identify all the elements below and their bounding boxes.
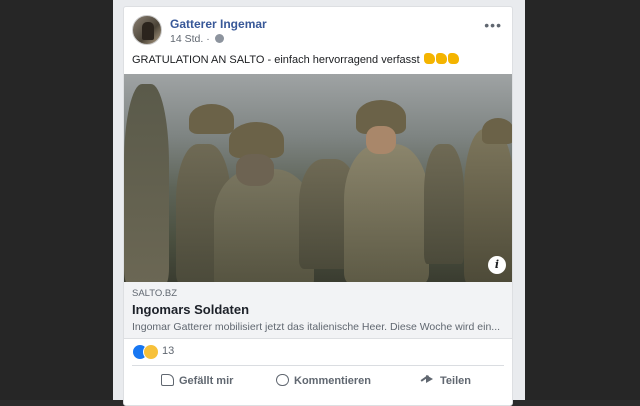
link-domain: SALTO.BZ [132,288,178,299]
helmet-shape [189,104,234,134]
face-shape [366,126,396,154]
link-description: Ingomar Gatterer mobilisiert jetzt das i… [132,321,501,333]
right-gutter [525,0,640,400]
divider [132,365,504,366]
avatar-figure [142,22,154,40]
post-text: GRATULATION AN SALTO - einfach hervorrag… [132,53,504,66]
share-button[interactable]: Teilen [421,371,471,391]
post-time[interactable]: 14 Std. · [170,33,210,45]
thumbs-up-emoji-icon [435,53,447,64]
post-meta: 14 Std. · [170,33,224,45]
globe-icon [214,34,224,43]
face-shape [236,154,274,186]
comment-bubble-icon [276,374,289,386]
more-options-icon[interactable]: ••• [484,17,502,33]
link-preview-image[interactable]: i [124,74,512,282]
like-label: Gefällt mir [179,375,234,387]
action-bar: Gefällt mir Kommentieren Teilen [124,369,512,393]
thumbs-up-emoji-icon [447,53,459,64]
link-preview-box[interactable]: SALTO.BZ Ingomars Soldaten Ingomar Gatte… [124,282,512,339]
avatar[interactable] [132,15,162,45]
haha-reaction-icon [143,344,159,360]
thumbs-up-emoji-icon [423,53,435,64]
post-card: Gatterer Ingemar 14 Std. · ••• GRATULATI… [123,6,513,406]
comment-button[interactable]: Kommentieren [276,371,371,391]
link-title[interactable]: Ingomars Soldaten [132,302,249,317]
soldier-figure [344,144,429,282]
helmet-shape [229,122,284,158]
post-text-content: GRATULATION AN SALTO - einfach hervorrag… [132,54,420,66]
share-label: Teilen [440,375,471,387]
soldier-figure [124,84,169,282]
helmet-shape [482,118,512,144]
thumbs-up-icon [161,374,174,386]
post-header: Gatterer Ingemar 14 Std. · ••• [132,15,504,49]
comment-label: Kommentieren [294,375,372,387]
info-icon[interactable]: i [488,256,506,274]
author-name[interactable]: Gatterer Ingemar [170,17,267,31]
soldier-figure [424,144,464,264]
like-button[interactable]: Gefällt mir [161,371,233,391]
reaction-count: 13 [162,345,175,357]
share-arrow-icon [421,374,435,386]
left-gutter [0,0,113,400]
